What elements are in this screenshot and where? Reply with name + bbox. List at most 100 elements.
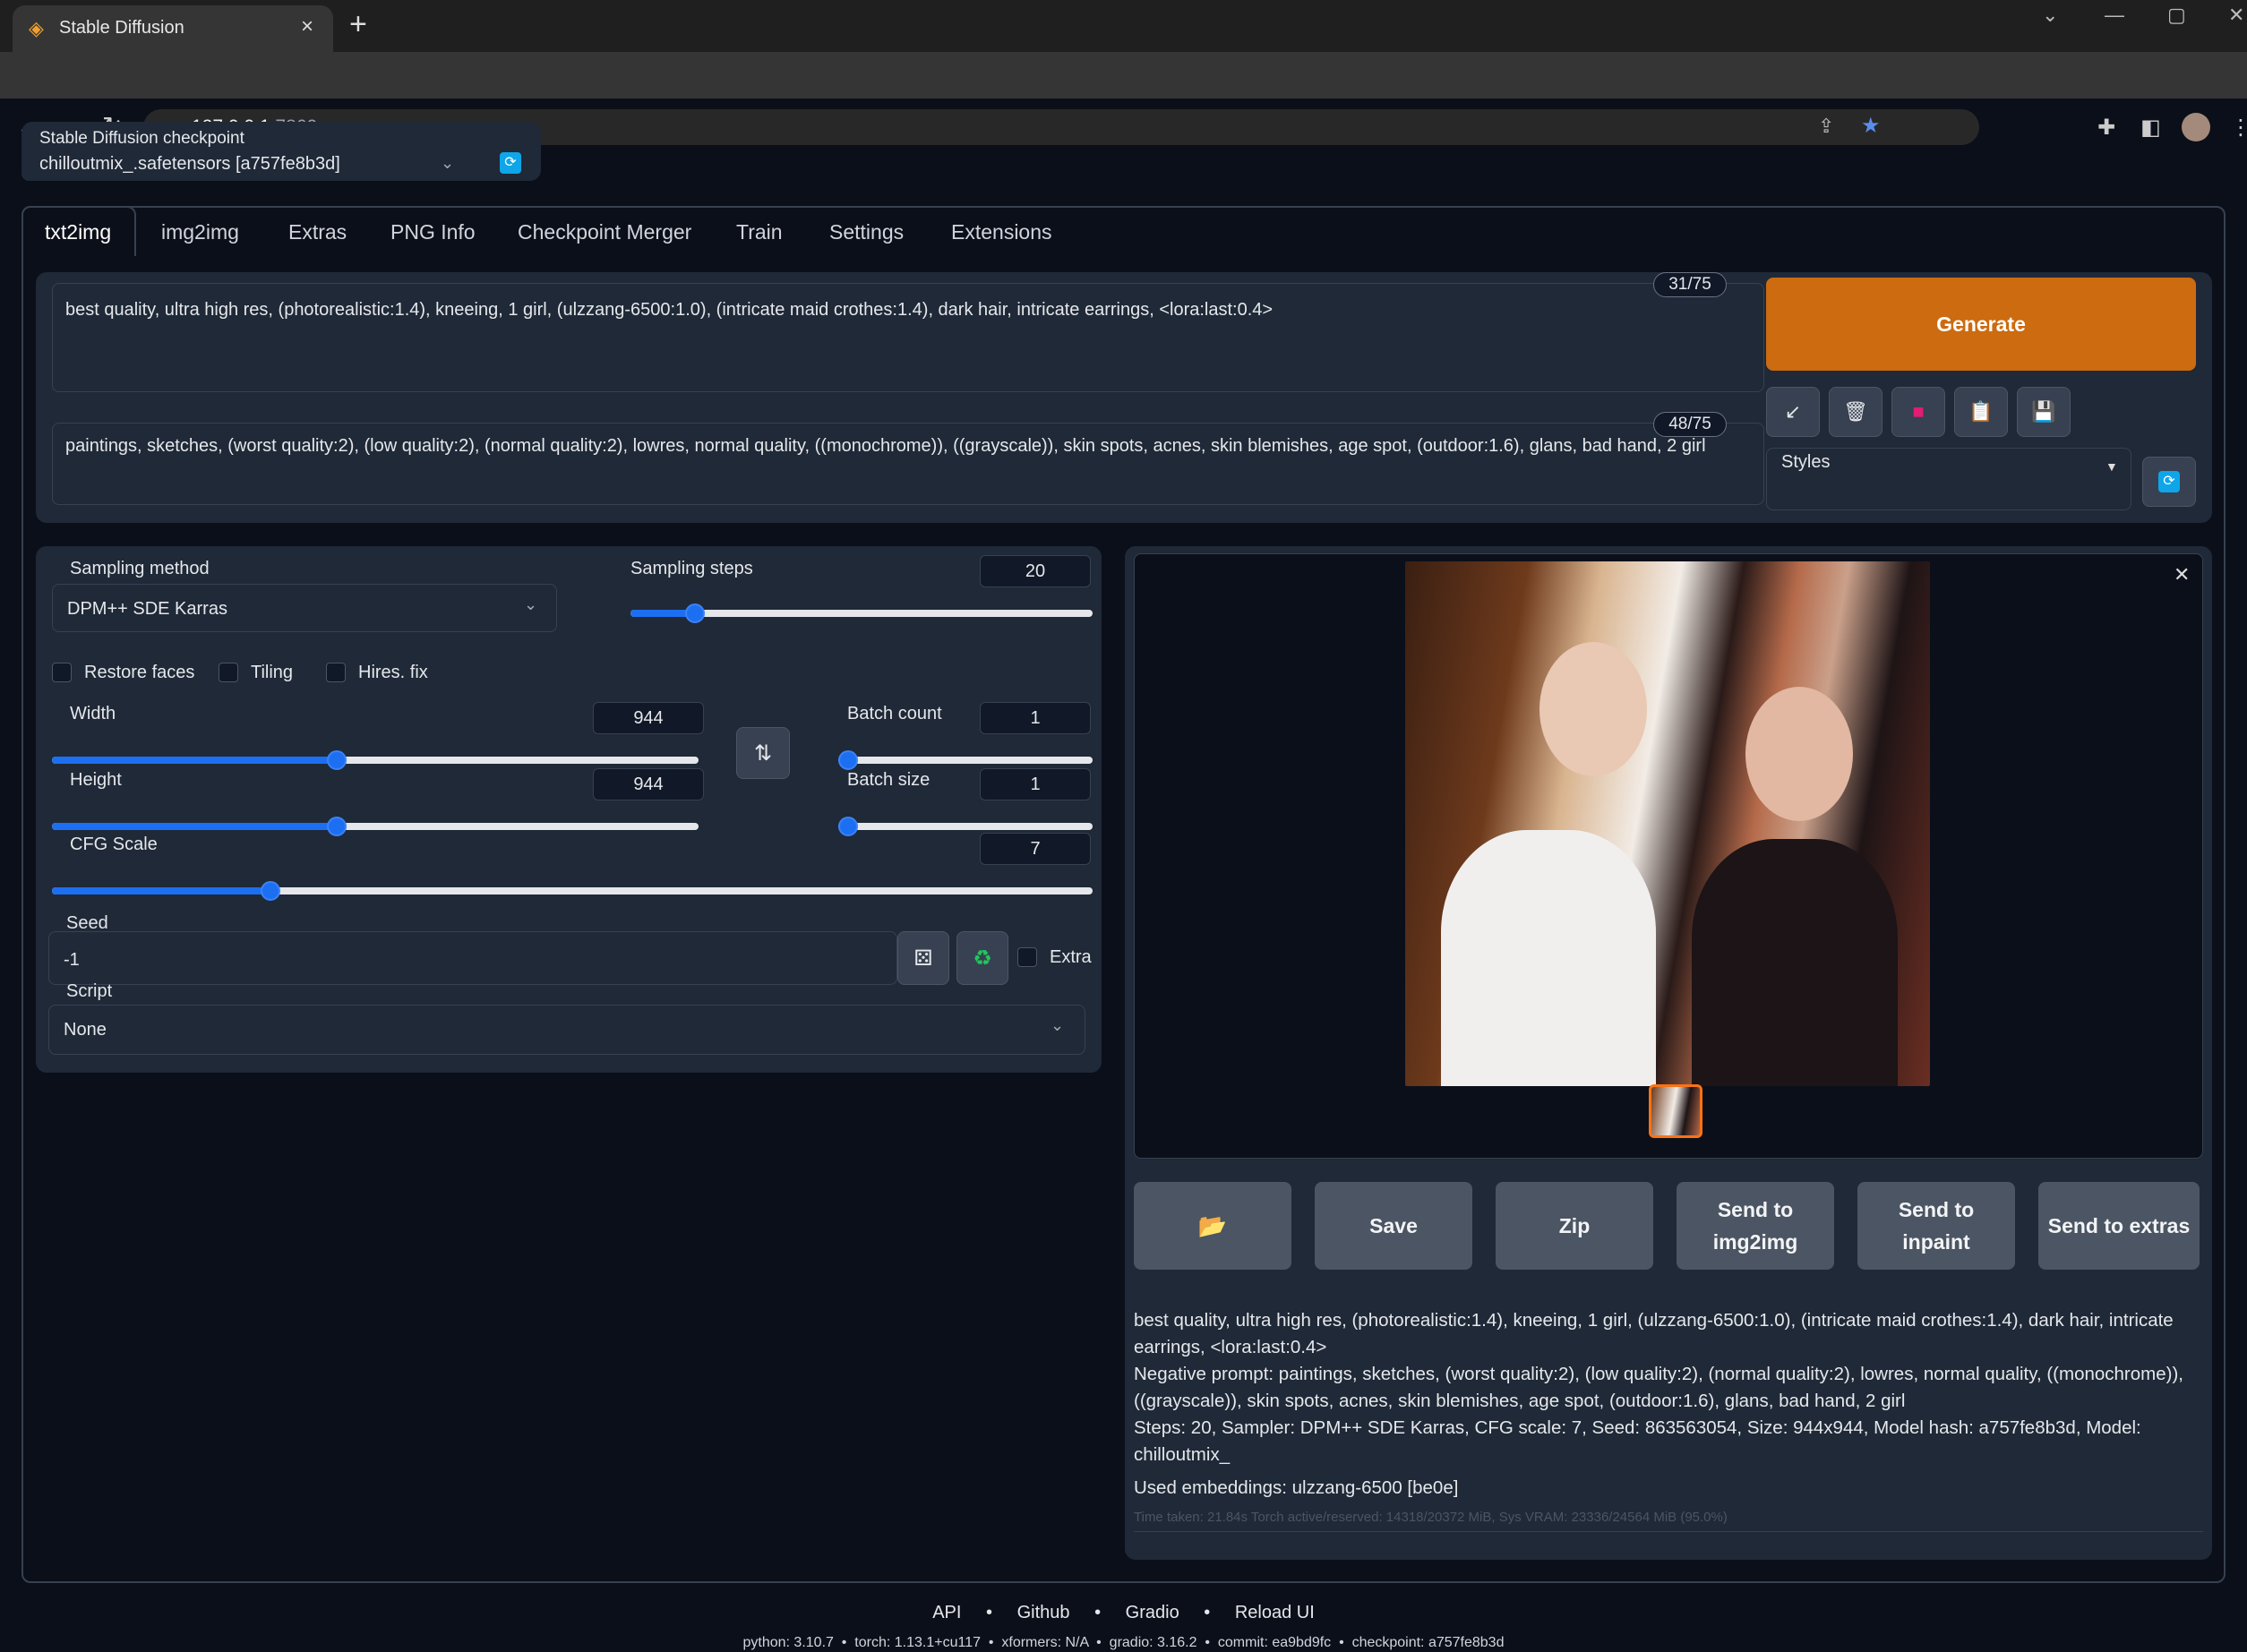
- footer-link-gradio[interactable]: Gradio: [1126, 1603, 1179, 1622]
- tab-txt2img[interactable]: txt2img: [45, 220, 111, 244]
- slider-handle[interactable]: [838, 750, 858, 770]
- seed-value: -1: [64, 950, 80, 970]
- clipboard-icon[interactable]: 📋: [1954, 387, 2008, 437]
- restore-faces-checkbox[interactable]: [52, 663, 72, 682]
- batch-size-input[interactable]: 1: [980, 768, 1091, 800]
- tab-train[interactable]: Train: [736, 220, 783, 244]
- tiling-label: Tiling: [251, 663, 294, 682]
- height-input[interactable]: 944: [593, 768, 704, 800]
- refresh-checkpoint-icon[interactable]: ⟳: [500, 152, 521, 174]
- used-embeddings: Used embeddings: ulzzang-6500 [be0e]: [1134, 1477, 1459, 1498]
- negative-prompt-textarea[interactable]: paintings, sketches, (worst quality:2), …: [52, 423, 1764, 505]
- refresh-icon: ⟳: [2158, 471, 2180, 492]
- footer-link-api[interactable]: API: [932, 1603, 961, 1622]
- batch-count-input[interactable]: 1: [980, 702, 1091, 734]
- prompt-textarea[interactable]: best quality, ultra high res, (photoreal…: [52, 283, 1764, 392]
- tab-img2img[interactable]: img2img: [161, 220, 239, 244]
- styles-dropdown[interactable]: Styles ▼: [1766, 448, 2131, 510]
- tab-extras[interactable]: Extras: [288, 220, 347, 244]
- batch-count-slider[interactable]: [838, 750, 1093, 770]
- minimize-icon[interactable]: —: [2105, 4, 2124, 27]
- gallery-thumbnail[interactable]: [1649, 1084, 1702, 1138]
- read-params-icon[interactable]: ↙: [1766, 387, 1820, 437]
- styles-label: Styles: [1781, 452, 1831, 472]
- checkpoint-select[interactable]: chilloutmix_.safetensors [a757fe8b3d] ⌄: [21, 147, 469, 181]
- sampling-steps-slider[interactable]: [630, 603, 1093, 623]
- hires-fix-checkbox[interactable]: [326, 663, 346, 682]
- open-folder-icon[interactable]: 📂: [1134, 1182, 1291, 1270]
- tiling-checkbox[interactable]: [219, 663, 238, 682]
- new-tab-icon[interactable]: +: [349, 9, 367, 39]
- checkpoint-box: Stable Diffusion checkpoint chilloutmix_…: [21, 122, 541, 181]
- image-apron: [1441, 830, 1656, 1086]
- footer-link-github[interactable]: Github: [1017, 1603, 1070, 1622]
- footer-link-reload-ui[interactable]: Reload UI: [1235, 1603, 1315, 1622]
- browser-tab[interactable]: ◈ Stable Diffusion ×: [13, 5, 333, 52]
- width-slider[interactable]: [52, 750, 699, 770]
- chevron-down-icon: ⌄: [441, 154, 455, 172]
- tab-search-icon[interactable]: ⌄: [2042, 4, 2058, 27]
- chevron-down-icon: ⌄: [524, 595, 538, 613]
- slider-fill: [52, 823, 337, 830]
- sampling-steps-label: Sampling steps: [630, 559, 753, 578]
- sampling-steps-input[interactable]: 20: [980, 555, 1091, 587]
- extra-seed-label: Extra: [1050, 947, 1092, 967]
- slider-fill: [52, 757, 337, 764]
- time-taken: Time taken: 21.84s Torch active/reserved…: [1134, 1510, 1728, 1525]
- slider-handle[interactable]: [838, 817, 858, 836]
- script-label: Script: [66, 981, 113, 1001]
- stable-diffusion-favicon-icon: ◈: [29, 17, 44, 39]
- generated-image[interactable]: [1405, 561, 1930, 1086]
- slider-handle[interactable]: [326, 750, 347, 770]
- sampling-method-select[interactable]: DPM++ SDE Karras ⌄: [52, 584, 557, 632]
- generate-button[interactable]: Generate: [1766, 278, 2196, 371]
- send-to-img2img-button[interactable]: Send to img2img: [1677, 1182, 1834, 1270]
- trash-icon[interactable]: 🗑: [1829, 387, 1883, 437]
- batch-size-label: Batch size: [847, 770, 931, 790]
- slider-handle[interactable]: [326, 817, 347, 836]
- sampling-method-value: DPM++ SDE Karras: [67, 599, 227, 619]
- browser-tab-strip: ◈ Stable Diffusion × + ⌄ — ▢ ✕: [0, 0, 2247, 52]
- apply-styles-button[interactable]: ⟳: [2142, 457, 2196, 507]
- zip-button[interactable]: Zip: [1496, 1182, 1653, 1270]
- save-style-icon[interactable]: 💾: [2017, 387, 2071, 437]
- browser-tab-title: Stable Diffusion: [59, 18, 184, 38]
- reuse-seed-recycle-icon[interactable]: ♻: [956, 931, 1008, 985]
- extra-networks-icon[interactable]: ■: [1891, 387, 1945, 437]
- caret-down-icon: ▼: [2105, 459, 2118, 474]
- close-tab-icon[interactable]: ×: [301, 14, 313, 39]
- tab-settings[interactable]: Settings: [829, 220, 904, 244]
- send-to-inpaint-button[interactable]: Send to inpaint: [1857, 1182, 2015, 1270]
- tab-checkpoint-merger[interactable]: Checkpoint Merger: [518, 220, 691, 244]
- cfg-scale-slider[interactable]: [52, 881, 1093, 901]
- slider-handle[interactable]: [261, 881, 281, 901]
- extra-seed-checkbox[interactable]: [1017, 947, 1037, 967]
- random-seed-dice-icon[interactable]: ⚄: [897, 931, 949, 985]
- address-toolbar: ← → ↻ ⓘ 127.0.0.1:7860 ⇪ ★ ✚ ◧ ⋮: [0, 52, 2247, 145]
- height-label: Height: [70, 770, 122, 790]
- hires-fix-label: Hires. fix: [358, 663, 428, 682]
- save-button[interactable]: Save: [1315, 1182, 1472, 1270]
- seed-input[interactable]: -1: [48, 931, 897, 985]
- slider-handle[interactable]: [685, 603, 706, 623]
- cfg-scale-input[interactable]: 7: [980, 833, 1091, 865]
- tab-png-info[interactable]: PNG Info: [390, 220, 476, 244]
- sampling-method-label: Sampling method: [70, 559, 210, 578]
- browser-menu-icon[interactable]: ⋮: [2230, 115, 2247, 141]
- footer-links: API • Github • Gradio • Reload UI: [932, 1603, 1315, 1622]
- width-label: Width: [70, 704, 116, 723]
- close-image-icon[interactable]: ✕: [2174, 563, 2190, 586]
- batch-count-label: Batch count: [847, 704, 942, 723]
- height-slider[interactable]: [52, 817, 699, 836]
- close-window-icon[interactable]: ✕: [2228, 4, 2244, 27]
- info-params: Steps: 20, Sampler: DPM++ SDE Karras, CF…: [1134, 1417, 2141, 1465]
- tab-extensions[interactable]: Extensions: [951, 220, 1052, 244]
- width-input[interactable]: 944: [593, 702, 704, 734]
- send-to-extras-button[interactable]: Send to extras: [2038, 1182, 2200, 1270]
- maximize-icon[interactable]: ▢: [2167, 4, 2186, 27]
- image-face-left: [1539, 642, 1647, 776]
- swap-dimensions-icon[interactable]: ⇅: [736, 727, 790, 779]
- divider: [1134, 1531, 2203, 1532]
- script-select[interactable]: None ⌄: [48, 1005, 1085, 1055]
- image-face-right: [1745, 687, 1853, 821]
